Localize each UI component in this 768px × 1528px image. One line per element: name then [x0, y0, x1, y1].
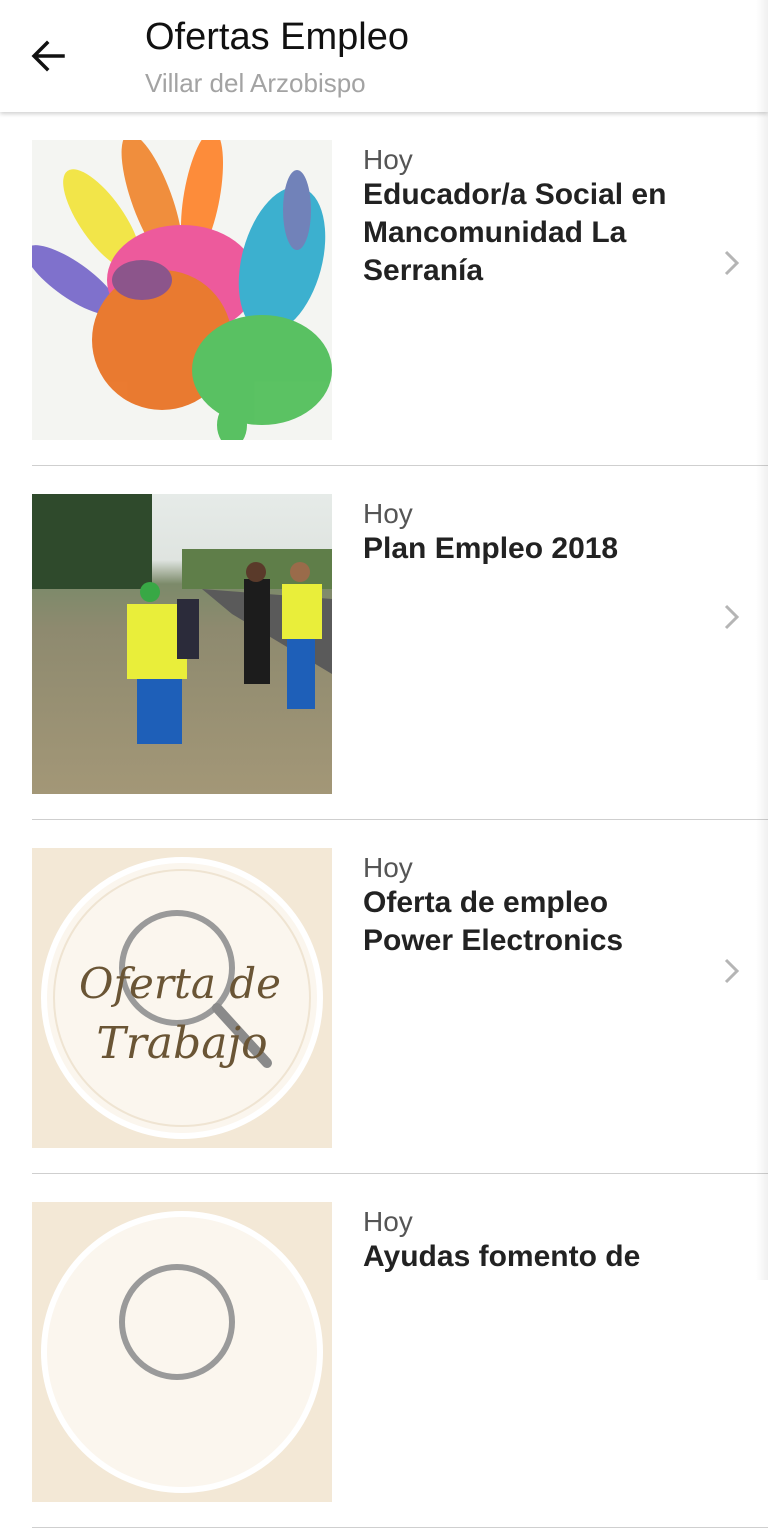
chevron-right-icon — [724, 958, 740, 984]
item-title: Oferta de empleo Power Electronics — [363, 886, 624, 957]
chevron-right-icon — [724, 250, 740, 276]
app-bar: Ofertas Empleo Villar del Arzobispo — [0, 0, 768, 112]
job-offers-list: Hoy Educador/a Social en Mancomunidad La… — [0, 112, 768, 1528]
list-item[interactable]: Oferta de Trabajo Hoy Oferta de empleo P… — [0, 820, 768, 1174]
logo-text: Trabajo — [96, 1018, 267, 1069]
chevron-right-icon — [724, 604, 740, 630]
item-date: Hoy — [363, 144, 413, 175]
item-date: Hoy — [363, 1206, 413, 1237]
list-item[interactable]: Hoy Ayudas fomento de — [0, 1174, 768, 1528]
workers-photo — [32, 494, 332, 794]
beige-logo-image — [32, 1202, 332, 1502]
item-date: Hoy — [363, 852, 413, 883]
edge-shadow — [756, 0, 768, 1280]
logo-text: Oferta de — [79, 959, 281, 1008]
oferta-de-trabajo-logo: Oferta de Trabajo — [32, 848, 332, 1148]
item-title: Ayudas fomento de — [363, 1240, 641, 1273]
back-button[interactable] — [22, 30, 74, 82]
page-subtitle: Villar del Arzobispo — [145, 68, 366, 98]
item-title: Educador/a Social en Mancomunidad La Ser… — [363, 178, 667, 287]
item-date: Hoy — [363, 498, 413, 529]
back-arrow-icon — [31, 40, 65, 72]
list-item[interactable]: Hoy Plan Empleo 2018 — [0, 466, 768, 820]
page-title: Ofertas Empleo — [145, 16, 409, 58]
colorful-hands-image — [32, 140, 332, 440]
list-item[interactable]: Hoy Educador/a Social en Mancomunidad La… — [0, 112, 768, 466]
item-title: Plan Empleo 2018 — [363, 532, 619, 565]
